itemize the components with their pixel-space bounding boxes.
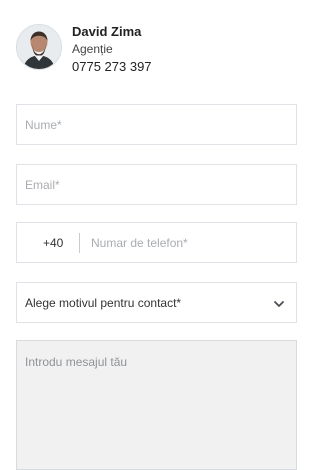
phone-country-prefix[interactable]: +40	[43, 235, 63, 251]
phone-separator	[79, 233, 80, 253]
agent-phone[interactable]: 0775 273 397	[72, 59, 152, 75]
agent-name: David Zima	[72, 24, 142, 39]
chevron-down-icon[interactable]	[272, 297, 286, 311]
email-placeholder: Email*	[25, 178, 60, 192]
name-placeholder: Nume*	[25, 118, 62, 132]
contact-panel: David Zima Agenție 0775 273 397 Nume* Em…	[0, 0, 303, 470]
agent-role: Agenție	[72, 42, 113, 56]
message-textarea[interactable]: Introdu mesajul tău	[16, 340, 297, 470]
name-field[interactable]: Nume*	[16, 104, 297, 145]
person-avatar-icon	[17, 25, 61, 69]
contact-reason-value: Alege motivul pentru contact*	[25, 296, 182, 310]
avatar	[16, 24, 62, 70]
phone-field[interactable]: +40 Numar de telefon*	[16, 222, 297, 263]
phone-placeholder: Numar de telefon*	[91, 236, 188, 250]
email-field[interactable]: Email*	[16, 164, 297, 205]
message-placeholder: Introdu mesajul tău	[25, 355, 128, 369]
contact-reason-select[interactable]: Alege motivul pentru contact*	[16, 282, 297, 323]
agent-card: David Zima Agenție 0775 273 397	[16, 20, 286, 82]
